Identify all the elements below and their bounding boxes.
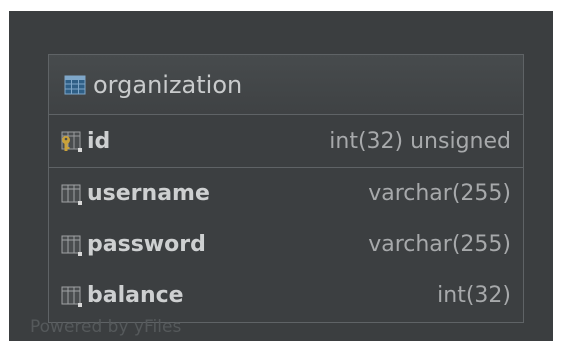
field-type: int(32) unsigned bbox=[329, 128, 511, 154]
field-row-id[interactable]: id int(32) unsigned bbox=[49, 115, 523, 167]
field-type: int(32) bbox=[437, 283, 511, 308]
primary-key-section: id int(32) unsigned bbox=[49, 115, 523, 168]
entity-table-organization[interactable]: organization id int(32) unsigned usernam… bbox=[48, 54, 524, 323]
field-name: username bbox=[87, 181, 210, 206]
diagram-canvas: organization id int(32) unsigned usernam… bbox=[9, 11, 553, 341]
field-name: balance bbox=[87, 283, 184, 308]
field-type: varchar(255) bbox=[368, 232, 511, 257]
entity-header[interactable]: organization bbox=[49, 55, 523, 115]
field-name: password bbox=[87, 232, 206, 257]
fields-section: username varchar(255) password varchar(2… bbox=[49, 168, 523, 321]
field-type: varchar(255) bbox=[368, 181, 511, 206]
column-icon bbox=[61, 286, 82, 307]
column-icon bbox=[61, 184, 82, 205]
watermark: Powered by yFiles bbox=[30, 317, 182, 337]
field-row-username[interactable]: username varchar(255) bbox=[49, 168, 523, 219]
entity-title: organization bbox=[93, 70, 243, 99]
field-name: id bbox=[87, 128, 111, 154]
field-row-balance[interactable]: balance int(32) bbox=[49, 270, 523, 321]
table-icon bbox=[64, 75, 86, 94]
column-icon bbox=[61, 235, 82, 256]
field-row-password[interactable]: password varchar(255) bbox=[49, 219, 523, 270]
primary-key-icon bbox=[61, 131, 82, 152]
